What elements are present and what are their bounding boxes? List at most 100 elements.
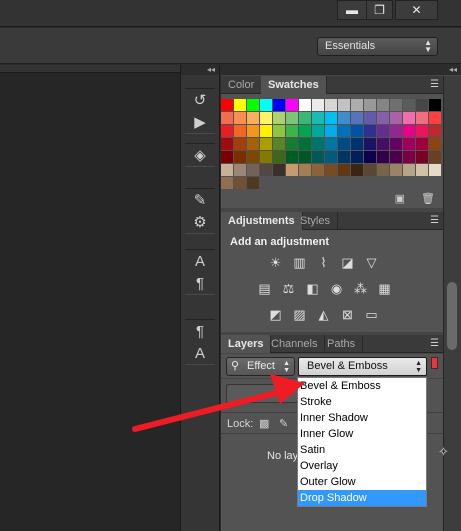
swatch[interactable] [377, 125, 389, 137]
dropdown-option[interactable]: Stroke [298, 394, 426, 410]
swatch[interactable] [234, 112, 246, 124]
levels-icon[interactable]: ▥ [291, 254, 308, 271]
swatch[interactable] [273, 164, 285, 176]
swatch[interactable] [390, 125, 402, 137]
dropdown-option[interactable]: Satin [298, 442, 426, 458]
character-icon[interactable]: A [185, 250, 215, 272]
swatch[interactable] [234, 151, 246, 163]
swatch[interactable] [338, 138, 350, 150]
swatch[interactable] [234, 177, 246, 189]
tab-color[interactable]: Color [221, 76, 263, 94]
swatch[interactable] [364, 112, 376, 124]
swatch[interactable] [247, 164, 259, 176]
swatch[interactable] [260, 151, 272, 163]
swatch[interactable] [286, 112, 298, 124]
swatch[interactable] [416, 164, 428, 176]
swatch[interactable] [260, 112, 272, 124]
swatch[interactable] [221, 164, 233, 176]
brush-presets-icon[interactable]: ⚙ [185, 211, 215, 233]
swatch[interactable] [286, 99, 298, 111]
hue-saturation-icon[interactable]: ▤ [256, 280, 273, 297]
swatch[interactable] [234, 99, 246, 111]
close-button[interactable]: ✕ [395, 0, 438, 20]
dropdown-option[interactable]: Drop Shadow [298, 490, 426, 506]
swatch[interactable] [286, 164, 298, 176]
swatch[interactable] [221, 177, 233, 189]
swatch[interactable] [403, 125, 415, 137]
dropdown-option[interactable]: Overlay [298, 458, 426, 474]
swatch[interactable] [390, 138, 402, 150]
swatch[interactable] [286, 125, 298, 137]
restore-button[interactable]: ❐ [366, 0, 393, 20]
play-action-icon[interactable]: ▶ [185, 111, 215, 133]
tab-paths[interactable]: Paths [320, 335, 364, 353]
swatch[interactable] [338, 164, 350, 176]
dropdown-option[interactable]: Bevel & Emboss [298, 378, 426, 394]
color-balance-icon[interactable]: ⚖ [280, 280, 297, 297]
tab-adjustments[interactable]: Adjustments [221, 212, 303, 230]
swatch[interactable] [312, 138, 324, 150]
swatch[interactable] [338, 112, 350, 124]
swatch[interactable] [312, 125, 324, 137]
posterize-icon[interactable]: ▨ [291, 306, 308, 323]
swatch[interactable] [403, 151, 415, 163]
swatch[interactable] [338, 99, 350, 111]
minimize-button[interactable]: ▬ [337, 0, 367, 20]
swatch[interactable] [221, 99, 233, 111]
swatch[interactable] [390, 112, 402, 124]
channel-mixer-icon[interactable]: ⁂ [352, 280, 369, 297]
collapse-icon[interactable]: ◂◂ [181, 65, 219, 75]
filter-toggle[interactable] [431, 357, 438, 369]
swatch[interactable] [312, 99, 324, 111]
swatch[interactable] [390, 99, 402, 111]
swatch[interactable] [312, 164, 324, 176]
lock-image-icon[interactable]: ✎ [279, 417, 288, 430]
tab-styles[interactable]: Styles [293, 212, 338, 230]
scrollbar-thumb[interactable] [447, 282, 457, 350]
swatch[interactable] [312, 151, 324, 163]
swatch[interactable] [273, 99, 285, 111]
swatch[interactable] [377, 151, 389, 163]
swatch[interactable] [377, 112, 389, 124]
invert-icon[interactable]: ◩ [267, 306, 284, 323]
swatch[interactable] [351, 125, 363, 137]
swatch[interactable] [299, 125, 311, 137]
dropdown-option[interactable]: Outer Glow [298, 474, 426, 490]
panel-menu-icon[interactable]: ☰ [430, 79, 439, 90]
swatch[interactable] [260, 99, 272, 111]
swatch[interactable] [377, 138, 389, 150]
swatch[interactable] [286, 151, 298, 163]
swatch[interactable] [221, 112, 233, 124]
tab-swatches[interactable]: Swatches [261, 76, 327, 94]
swatch[interactable] [221, 151, 233, 163]
swatch[interactable] [273, 112, 285, 124]
swatch[interactable] [364, 125, 376, 137]
swatch[interactable] [364, 164, 376, 176]
swatch[interactable] [286, 138, 298, 150]
panel-menu-icon[interactable]: ☰ [430, 338, 439, 349]
swatch[interactable] [429, 164, 441, 176]
swatch[interactable] [325, 125, 337, 137]
lock-transparent-icon[interactable]: ▩ [259, 417, 269, 430]
threshold-icon[interactable]: ◭ [315, 306, 332, 323]
swatch[interactable] [429, 99, 441, 111]
swatch[interactable] [247, 151, 259, 163]
gradient-map-icon[interactable]: ▭ [363, 306, 380, 323]
swatch[interactable] [247, 112, 259, 124]
swatch[interactable] [351, 99, 363, 111]
brush-icon[interactable]: ✎ [185, 189, 215, 211]
dropdown-option[interactable]: Inner Shadow [298, 410, 426, 426]
swatch[interactable] [247, 125, 259, 137]
swatch[interactable] [221, 138, 233, 150]
swatch[interactable] [416, 151, 428, 163]
swatch[interactable] [247, 99, 259, 111]
swatch[interactable] [338, 151, 350, 163]
swatch[interactable] [364, 138, 376, 150]
collapse-dock-icon[interactable]: ◂◂ [221, 65, 461, 75]
swatch[interactable] [429, 138, 441, 150]
swatch[interactable] [325, 164, 337, 176]
color-lookup-icon[interactable]: ▦ [376, 280, 393, 297]
exposure-icon[interactable]: ◪ [339, 254, 356, 271]
3d-icon[interactable]: ◈ [185, 144, 215, 166]
swatch[interactable] [429, 151, 441, 163]
